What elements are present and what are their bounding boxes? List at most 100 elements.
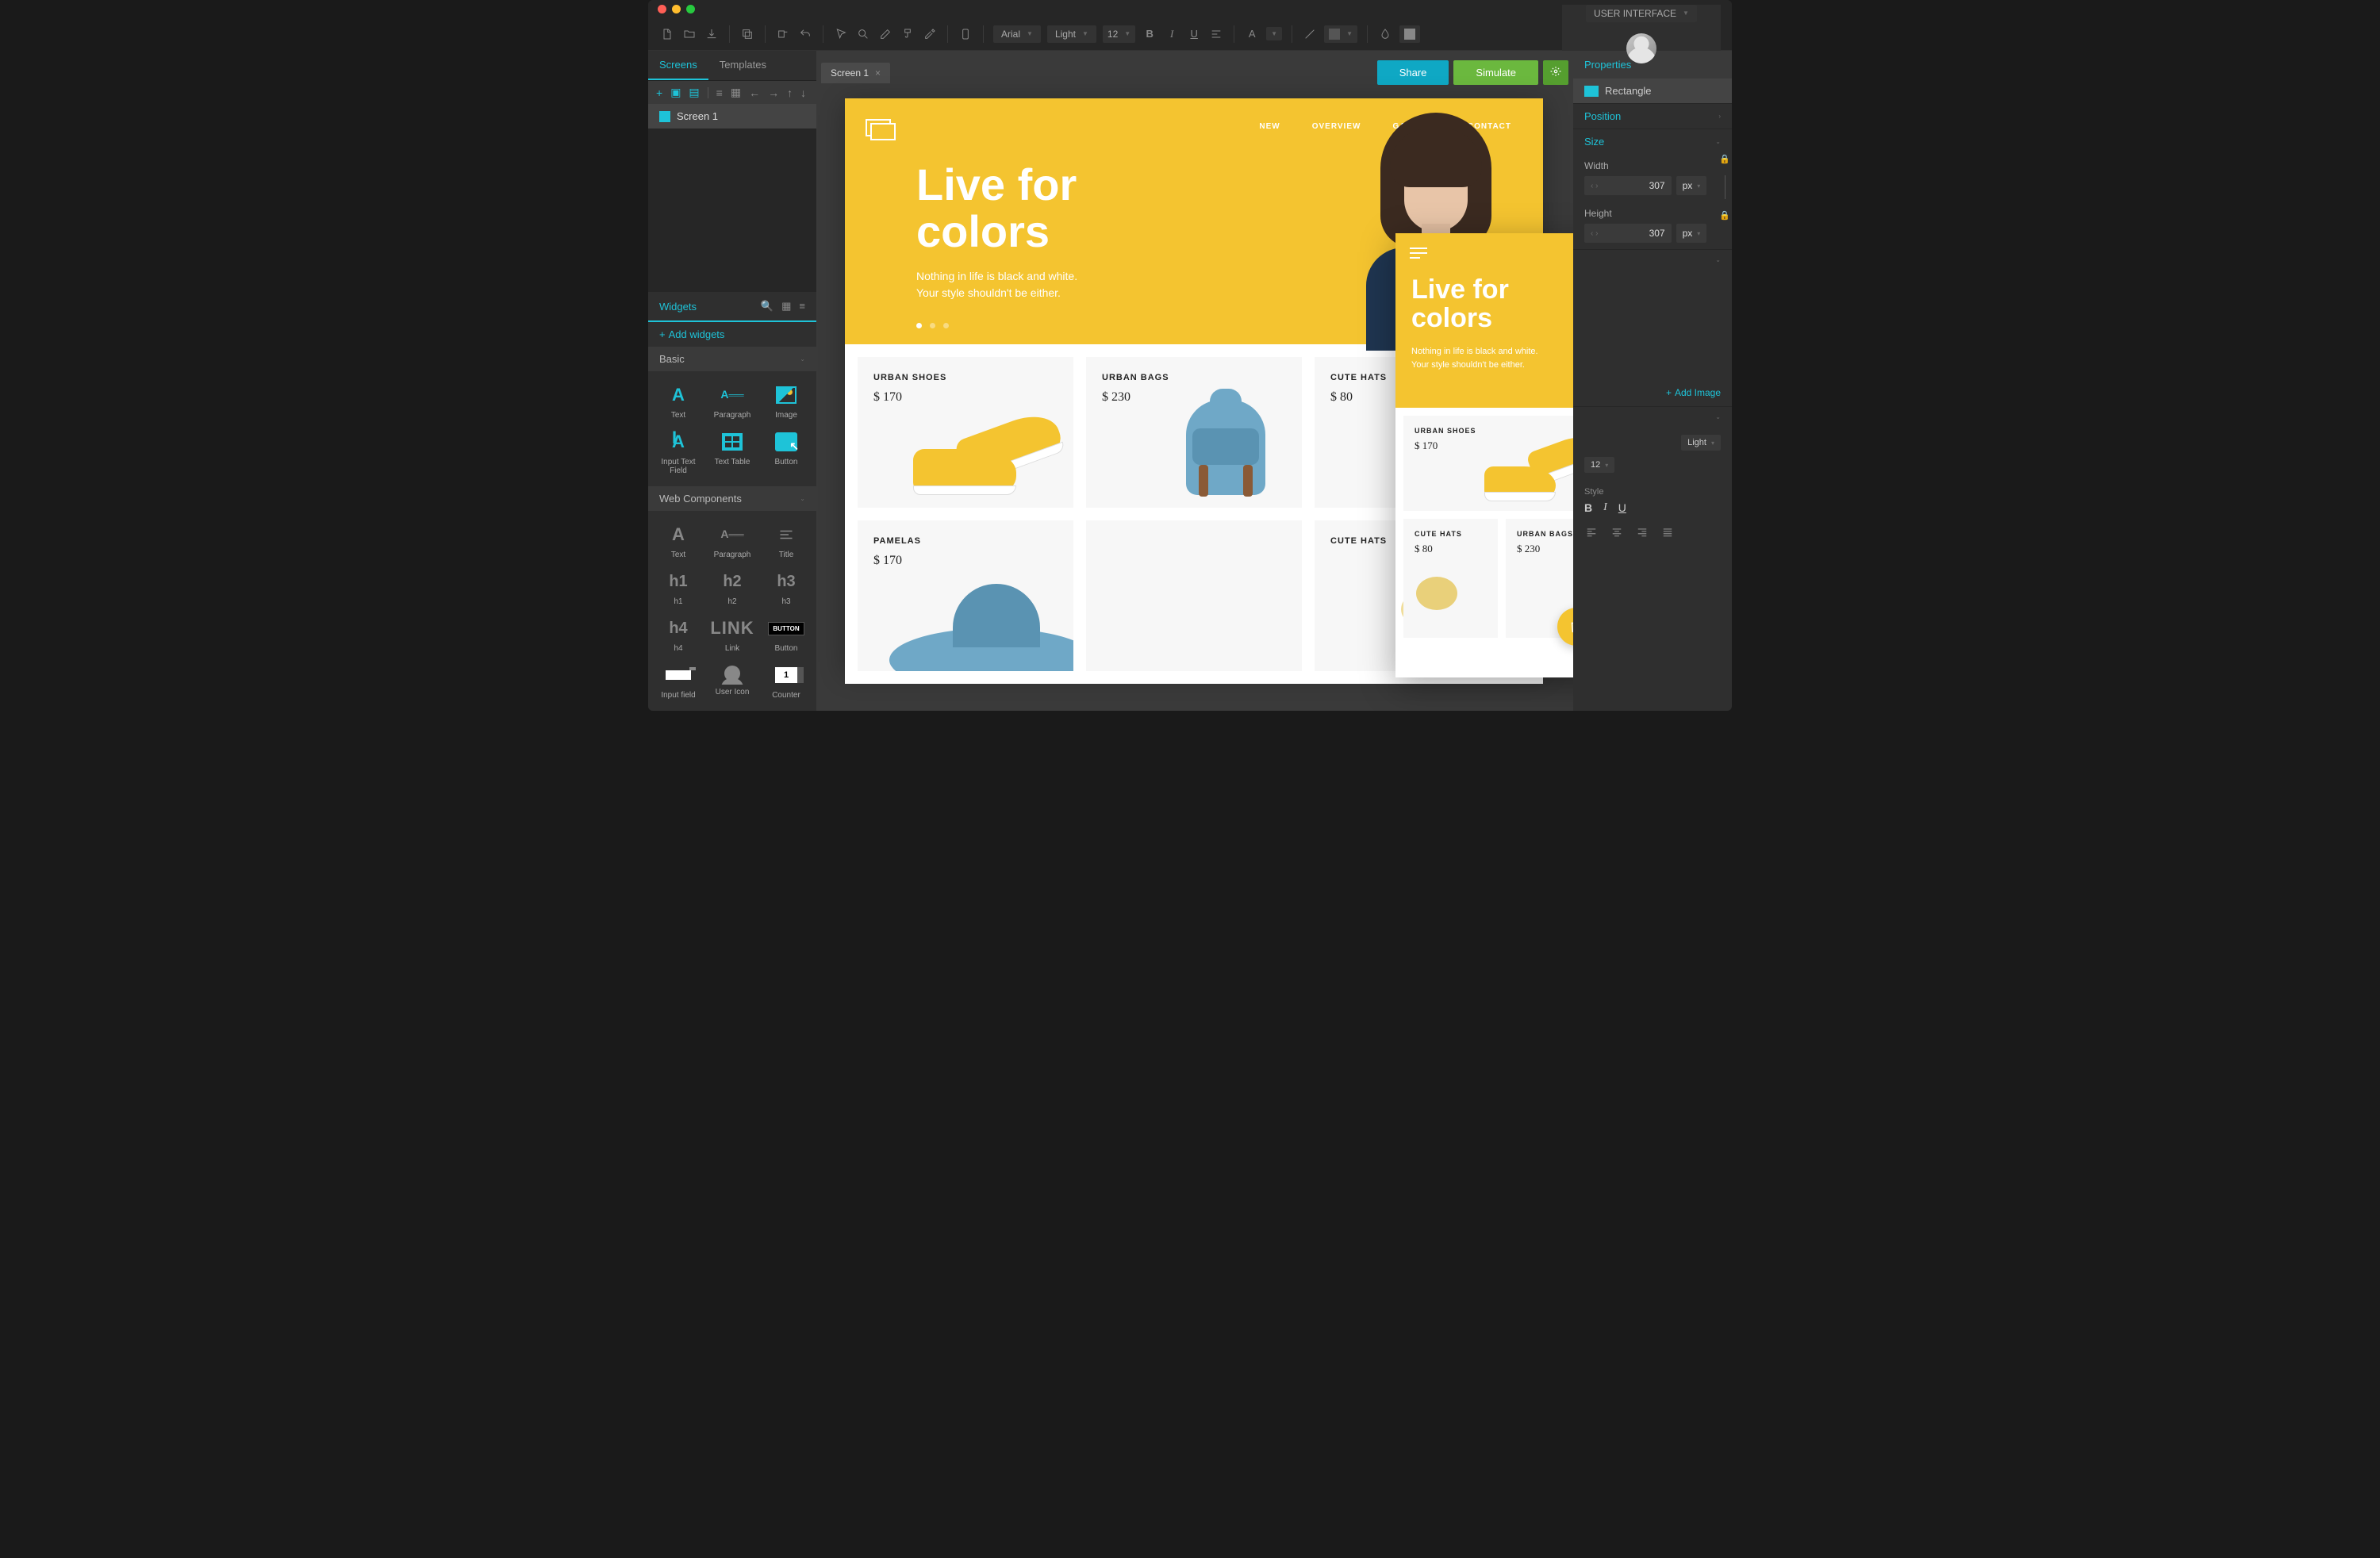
font-weight-dropdown[interactable]: Light▼ — [1047, 25, 1096, 43]
close-window-icon[interactable] — [658, 5, 666, 13]
simulate-button[interactable]: Simulate — [1453, 60, 1538, 85]
device-icon[interactable] — [958, 26, 973, 42]
list-icon[interactable]: ≡ — [716, 86, 723, 99]
cursor-icon[interactable] — [833, 26, 849, 42]
folder-icon[interactable]: ▤ — [689, 86, 699, 99]
widget-input-text[interactable]: AIInput Text Field — [653, 426, 704, 478]
product-card[interactable]: URBAN BAGS $ 230 — [1086, 357, 1302, 508]
close-tab-icon[interactable]: × — [875, 67, 881, 79]
stroke-swatch[interactable]: ▼ — [1324, 25, 1357, 43]
align-justify-icon[interactable] — [1660, 527, 1675, 540]
height-input[interactable]: ‹ ›307 — [1584, 224, 1672, 243]
prop-font-size-dropdown[interactable]: 12▾ — [1584, 457, 1614, 473]
italic-toggle[interactable]: I — [1603, 501, 1607, 514]
widget-image[interactable]: Image — [761, 379, 812, 423]
bold-icon[interactable]: B — [1142, 26, 1157, 42]
widget-counter[interactable]: 1Counter — [761, 659, 812, 703]
minimize-window-icon[interactable] — [672, 5, 681, 13]
add-screen-icon[interactable]: + — [656, 86, 662, 99]
simulate-settings-button[interactable] — [1543, 60, 1568, 85]
widget-web-text[interactable]: AText — [653, 519, 704, 562]
grid-icon[interactable]: ▦ — [731, 86, 741, 99]
paint-icon[interactable] — [900, 26, 916, 42]
canvas-tab[interactable]: Screen 1 × — [821, 63, 890, 83]
height-unit-dropdown[interactable]: px▾ — [1676, 224, 1707, 243]
size-section[interactable]: Size⌄ — [1573, 129, 1732, 154]
collapse-section[interactable]: ⌄ — [1573, 249, 1732, 270]
new-file-icon[interactable] — [659, 26, 675, 42]
undo-icon[interactable] — [797, 26, 813, 42]
italic-icon[interactable]: I — [1164, 26, 1180, 42]
widget-h2[interactable]: h2h2 — [707, 566, 758, 609]
widget-text[interactable]: AText — [653, 379, 704, 423]
canvas-area[interactable]: Screen 1 × Share Simulate NEW OVERVIEW G… — [816, 51, 1573, 711]
mobile-artboard[interactable]: Live forcolors Nothing in life is black … — [1395, 233, 1573, 677]
carousel-dots[interactable] — [916, 323, 949, 328]
widget-h4[interactable]: h4h4 — [653, 612, 704, 656]
add-image-button[interactable]: +Add Image — [1573, 379, 1732, 406]
bold-toggle[interactable]: B — [1584, 501, 1592, 514]
stroke-icon[interactable] — [1302, 26, 1318, 42]
underline-icon[interactable]: U — [1186, 26, 1202, 42]
widget-paragraph[interactable]: A═══Paragraph — [707, 379, 758, 423]
web-group-header[interactable]: Web Components⌄ — [648, 486, 816, 511]
widget-web-title[interactable]: Title — [761, 519, 812, 562]
hamburger-icon[interactable] — [1410, 248, 1427, 259]
zoom-icon[interactable] — [855, 26, 871, 42]
arrow-left-icon[interactable]: ← — [749, 86, 760, 99]
user-avatar[interactable] — [1626, 33, 1656, 63]
widget-input-field[interactable]: Input field — [653, 659, 704, 703]
widget-h1[interactable]: h1h1 — [653, 566, 704, 609]
add-widgets-button[interactable]: +Add widgets — [648, 322, 816, 347]
selected-element[interactable]: Rectangle — [1573, 79, 1732, 103]
screen-list-item[interactable]: Screen 1 — [648, 104, 816, 129]
width-unit-dropdown[interactable]: px▾ — [1676, 176, 1707, 195]
align-center-icon[interactable] — [1610, 527, 1624, 540]
eraser-icon[interactable] — [877, 26, 893, 42]
nav-new[interactable]: NEW — [1259, 122, 1280, 131]
share-button[interactable]: Share — [1377, 60, 1449, 85]
underline-toggle[interactable]: U — [1618, 501, 1626, 514]
grid-view-icon[interactable]: ▦ — [781, 300, 791, 313]
fill-swatch[interactable] — [1399, 25, 1420, 43]
mobile-product-card[interactable]: CUTE HATS $ 80 — [1403, 519, 1498, 638]
workspace-dropdown[interactable]: USER INTERFACE▼ — [1586, 5, 1697, 22]
tab-screens[interactable]: Screens — [648, 51, 708, 80]
duplicate-icon[interactable] — [775, 26, 791, 42]
product-card[interactable] — [1086, 520, 1302, 671]
aspect-lock[interactable]: 🔒🔒 — [1718, 154, 1732, 249]
collapse-section[interactable]: ⌄ — [1573, 406, 1732, 427]
widget-web-button[interactable]: BUTTONButton — [761, 612, 812, 656]
image-icon[interactable]: ▣ — [670, 86, 681, 99]
align-icon[interactable] — [1208, 26, 1224, 42]
text-color-icon[interactable]: A — [1244, 26, 1260, 42]
text-color-dropdown[interactable]: ▼ — [1266, 27, 1282, 40]
widget-text-table[interactable]: Text Table — [707, 426, 758, 478]
open-folder-icon[interactable] — [681, 26, 697, 42]
arrow-right-icon[interactable]: → — [768, 86, 779, 99]
arrow-down-icon[interactable]: ↓ — [800, 86, 806, 99]
widget-user-icon[interactable]: User Icon — [707, 659, 758, 703]
product-card[interactable]: URBAN SHOES $ 170 — [858, 357, 1073, 508]
widget-web-paragraph[interactable]: A═══Paragraph — [707, 519, 758, 562]
eyedropper-icon[interactable] — [922, 26, 938, 42]
width-input[interactable]: ‹ ›307 — [1584, 176, 1672, 195]
download-icon[interactable] — [704, 26, 720, 42]
list-view-icon[interactable]: ≡ — [799, 300, 805, 313]
tab-templates[interactable]: Templates — [708, 51, 777, 80]
align-left-icon[interactable] — [1584, 527, 1599, 540]
maximize-window-icon[interactable] — [686, 5, 695, 13]
align-right-icon[interactable] — [1635, 527, 1649, 540]
search-icon[interactable]: 🔍 — [761, 300, 774, 313]
opacity-icon[interactable] — [1377, 26, 1393, 42]
font-family-dropdown[interactable]: Arial▼ — [993, 25, 1041, 43]
position-section[interactable]: Position› — [1573, 103, 1732, 129]
product-card[interactable]: PAMELAS $ 170 — [858, 520, 1073, 671]
prop-font-weight-dropdown[interactable]: Light▾ — [1681, 435, 1721, 451]
mobile-product-card[interactable]: URBAN SHOES $ 170 — [1403, 416, 1573, 511]
widget-button[interactable]: ↖Button — [761, 426, 812, 478]
widget-link[interactable]: LINKLink — [707, 612, 758, 656]
widget-h3[interactable]: h3h3 — [761, 566, 812, 609]
font-size-dropdown[interactable]: 12▼ — [1103, 25, 1135, 43]
basic-group-header[interactable]: Basic⌄ — [648, 347, 816, 371]
